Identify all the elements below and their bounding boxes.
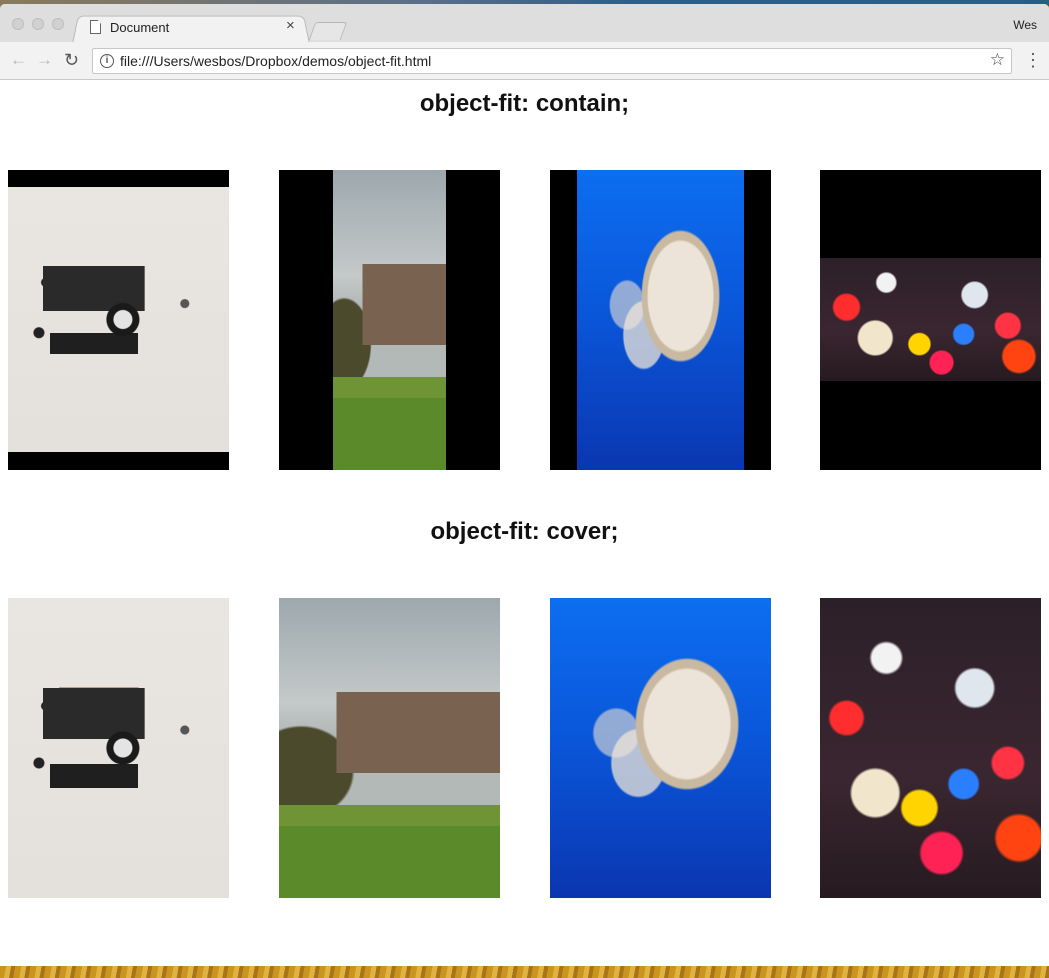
tab-title: Document (110, 20, 170, 35)
cover-image-jellyfish (550, 598, 771, 898)
back-arrow-icon[interactable]: ← (10, 50, 27, 70)
contain-image-jellyfish (550, 170, 771, 470)
url-text[interactable]: file:///Users/wesbos/Dropbox/demos/objec… (120, 53, 431, 69)
camera-flatlay-photo (8, 187, 229, 452)
castle-ruins-photo (279, 598, 500, 898)
forward-arrow-icon[interactable]: → (36, 50, 53, 70)
new-tab-button[interactable] (308, 22, 348, 40)
browser-menu-icon[interactable]: ⋮ (1024, 50, 1042, 70)
bokeh-lights-photo (820, 598, 1041, 898)
address-bar[interactable]: i file:///Users/wesbos/Dropbox/demos/obj… (92, 48, 1012, 74)
cover-image-castle (279, 598, 500, 898)
document-icon (90, 20, 101, 34)
info-icon[interactable]: i (100, 54, 114, 68)
jellyfish-photo (550, 598, 771, 898)
browser-window: Document × Wes ← → ↻ i file:///Users/wes… (0, 4, 1049, 968)
page-viewport: object-fit: contain; object-fit: cover; (0, 81, 1049, 968)
heading-contain: object-fit: contain; (419, 90, 630, 117)
window-minimize-button[interactable] (32, 18, 44, 30)
toolbar: ← → ↻ i file:///Users/wesbos/Dropbox/dem… (0, 42, 1049, 80)
window-close-button[interactable] (12, 18, 24, 30)
cover-image-bokeh (820, 598, 1041, 898)
castle-ruins-photo (333, 170, 446, 470)
contain-image-bokeh (820, 170, 1041, 470)
desktop-background-bottom (0, 966, 1049, 978)
profile-name[interactable]: Wes (1013, 18, 1037, 32)
bookmark-star-icon[interactable]: ☆ (990, 50, 1005, 70)
camera-flatlay-photo (8, 598, 229, 898)
reload-icon[interactable]: ↻ (64, 50, 79, 70)
contain-image-castle (279, 170, 500, 470)
tab-strip: Document × Wes (0, 4, 1049, 44)
contain-image-camera (8, 170, 229, 470)
bokeh-lights-photo (820, 258, 1041, 381)
window-zoom-button[interactable] (52, 18, 64, 30)
browser-tab-content[interactable]: Document × (84, 16, 304, 42)
heading-cover: object-fit: cover; (430, 518, 619, 545)
jellyfish-photo (577, 170, 744, 470)
tab-close-icon[interactable]: × (286, 17, 295, 34)
cover-image-camera (8, 598, 229, 898)
